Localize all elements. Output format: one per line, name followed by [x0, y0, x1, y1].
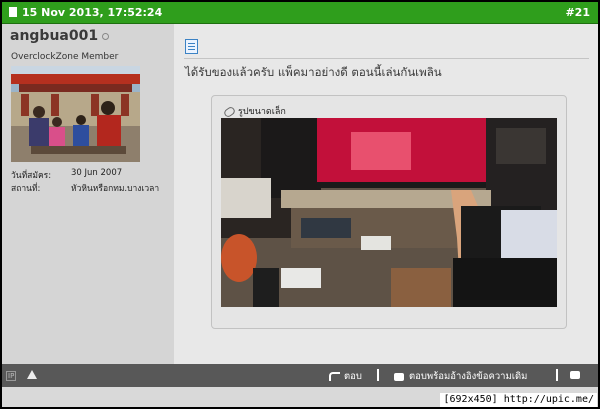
post-container: 15 Nov 2013, 17:52:24 #21 angbua001 Over…	[2, 2, 598, 407]
quote-reply-button[interactable]: ตอบพร้อมอ้างอิงข้อความเดิม	[394, 369, 527, 384]
footer-divider	[377, 369, 379, 381]
post-icon	[185, 39, 198, 54]
avatar[interactable]	[11, 66, 140, 162]
join-date-label: วันที่สมัคร:	[11, 171, 52, 181]
user-title: OverclockZone Member	[11, 52, 119, 62]
attachment-box: รูปขนาดเล็ก	[211, 95, 567, 329]
quote-label: ตอบพร้อมอ้างอิงข้อความเดิม	[409, 371, 528, 382]
post-content: ได้รับของแล้วครับ แพ็คมาอย่างดี ตอนนี้เล…	[174, 24, 598, 364]
warning-icon[interactable]	[27, 370, 37, 379]
attachment-label-text: รูปขนาดเล็ก	[238, 107, 286, 117]
username-link[interactable]: angbua001	[10, 28, 110, 44]
user-info-sidebar: angbua001 OverclockZone Member วันที่สมั…	[2, 24, 174, 364]
post-date: 15 Nov 2013, 17:52:24	[22, 6, 163, 19]
post-number-link[interactable]: #21	[565, 6, 590, 19]
reply-button[interactable]: ตอบ	[329, 369, 362, 384]
ip-icon[interactable]: IP	[6, 371, 17, 381]
quote-icon	[394, 372, 404, 381]
reply-icon	[329, 372, 340, 381]
online-status-icon	[102, 32, 110, 40]
watermark: [692x450] http://upic.me/	[440, 393, 597, 407]
paperclip-icon	[222, 105, 237, 118]
multi-quote-icon	[570, 370, 580, 379]
reply-label: ตอบ	[344, 371, 362, 382]
location-label: สถานที่:	[11, 184, 41, 194]
post-divider	[184, 58, 589, 59]
location-row: สถานที่: หัวหินหรือกทม.บางเวลา	[11, 181, 159, 195]
footer-divider	[556, 369, 558, 381]
post-header: 15 Nov 2013, 17:52:24 #21	[2, 2, 598, 24]
join-date-row: วันที่สมัคร: 30 Jun 2007	[11, 168, 122, 182]
attachment-label: รูปขนาดเล็ก	[222, 104, 286, 118]
multi-quote-button[interactable]	[570, 369, 585, 380]
username[interactable]: angbua001	[10, 28, 98, 44]
post-footer: IP ตอบ ตอบพร้อมอ้างอิงข้อความเดิม	[2, 364, 598, 387]
attachment-image[interactable]	[221, 118, 557, 307]
post-message: ได้รับของแล้วครับ แพ็คมาอย่างดี ตอนนี้เล…	[185, 65, 442, 79]
location-value: หัวหินหรือกทม.บางเวลา	[71, 184, 160, 194]
document-icon	[9, 7, 17, 17]
join-date-value: 30 Jun 2007	[71, 168, 123, 178]
